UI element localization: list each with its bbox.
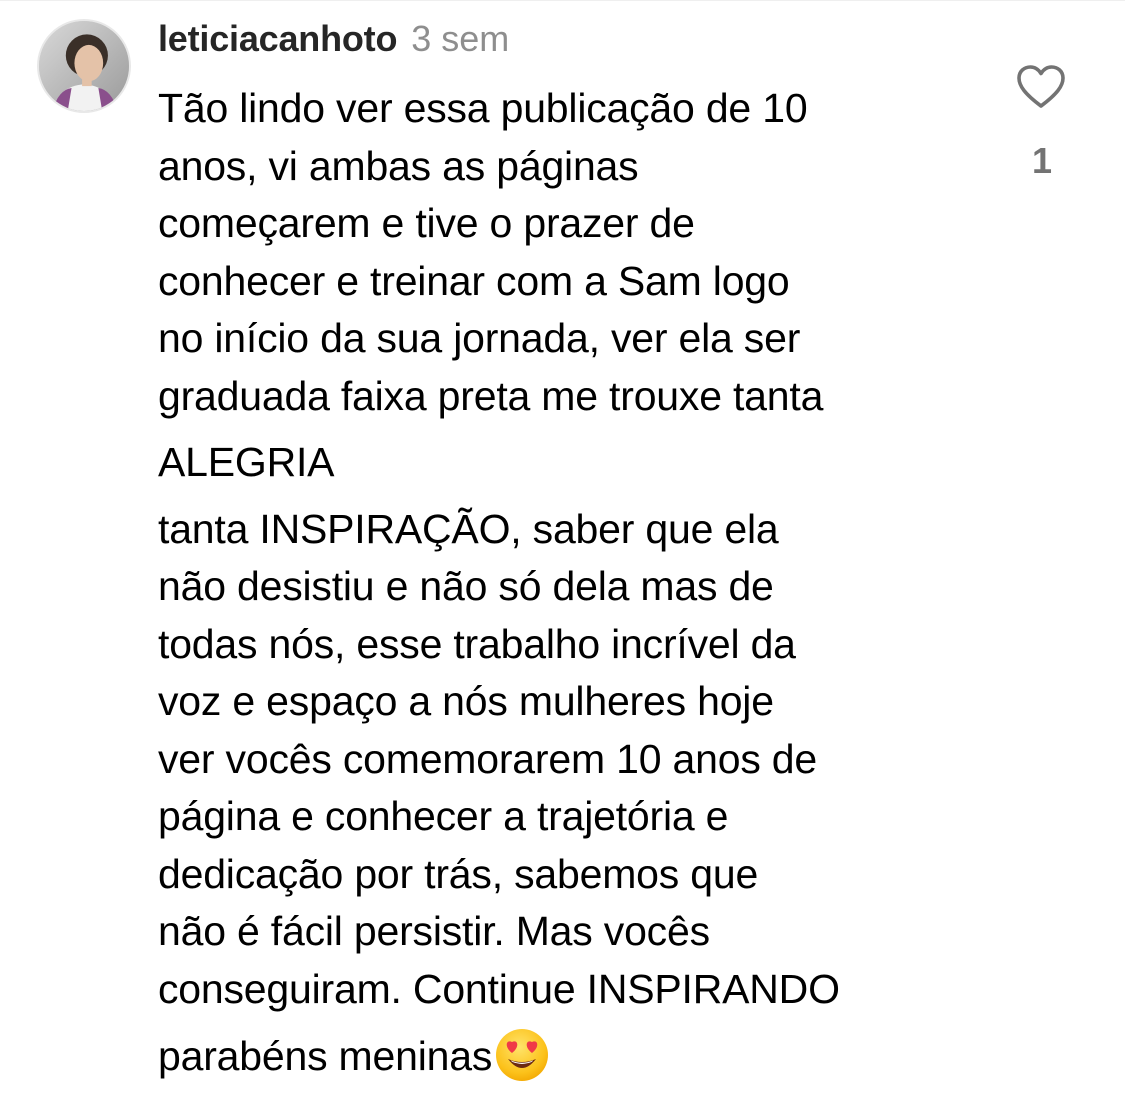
comment-closing-text: parabéns meninas	[158, 1033, 493, 1079]
comment-body: Tão lindo ver essa publicação de 10 anos…	[158, 80, 978, 1086]
top-divider	[0, 0, 1125, 1]
comment-header: leticiacanhoto 3 sem	[158, 18, 509, 66]
profile-photo	[39, 21, 129, 111]
heart-outline-icon	[1017, 65, 1065, 108]
comment-paragraph-continuation: tanta INSPIRAÇÃO, saber que ela não desi…	[158, 505, 840, 1012]
comment-timestamp: 3 sem	[411, 18, 510, 59]
comment-paragraph-intro: Tão lindo ver essa publicação de 10 anos…	[158, 85, 824, 419]
comment-paragraph-closing: parabéns meninas	[158, 1027, 978, 1086]
heart-eyes-emoji-icon	[494, 1027, 550, 1083]
user-avatar[interactable]	[37, 19, 131, 113]
like-button[interactable]	[1015, 62, 1067, 114]
like-count[interactable]: 1	[1020, 140, 1064, 182]
comment-paragraph-highlight: ALEGRIA	[158, 439, 335, 485]
comment-username[interactable]: leticiacanhoto	[158, 18, 397, 60]
